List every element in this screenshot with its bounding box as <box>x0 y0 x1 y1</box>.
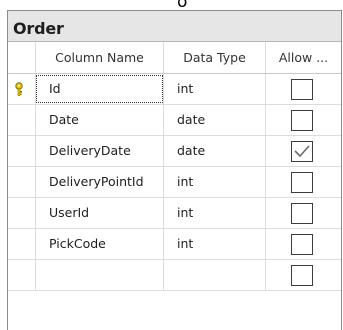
row-selector[interactable] <box>8 229 35 259</box>
row-selector[interactable] <box>8 260 35 290</box>
allow-nulls-cell <box>266 260 341 290</box>
column-name-cell[interactable]: DeliveryPointId <box>35 167 164 197</box>
table-row[interactable]: Id int <box>8 74 341 105</box>
table-title: Order <box>13 19 64 38</box>
data-type-cell[interactable]: int <box>164 198 266 228</box>
row-selector[interactable] <box>8 136 35 166</box>
row-selector[interactable] <box>8 167 35 197</box>
allow-nulls-checkbox[interactable] <box>291 110 313 131</box>
allow-nulls-cell <box>266 136 341 166</box>
column-name-cell[interactable] <box>35 260 164 290</box>
allow-nulls-checkbox[interactable] <box>291 141 313 162</box>
allow-nulls-cell <box>266 167 341 197</box>
row-selector[interactable] <box>8 105 35 135</box>
data-type-cell[interactable]: date <box>164 105 266 135</box>
table-row-new[interactable] <box>8 260 341 291</box>
table-row[interactable]: Date date <box>8 105 341 136</box>
table-row[interactable]: DeliveryPointId int <box>8 167 341 198</box>
table-row[interactable]: PickCode int <box>8 229 341 260</box>
row-selector[interactable] <box>8 198 35 228</box>
allow-nulls-cell <box>266 198 341 228</box>
data-type-cell[interactable]: int <box>164 167 266 197</box>
grid-header-row: Column Name Data Type Allow ... <box>8 42 341 74</box>
column-name-cell[interactable]: PickCode <box>35 229 164 259</box>
table-row[interactable]: DeliveryDate date <box>8 136 341 167</box>
allow-nulls-cell <box>266 74 341 104</box>
column-name-cell[interactable]: DeliveryDate <box>35 136 164 166</box>
header-data-type[interactable]: Data Type <box>164 42 266 73</box>
column-name-cell[interactable]: Date <box>35 105 164 135</box>
check-icon <box>294 145 310 158</box>
column-grid: Column Name Data Type Allow ... Id int D… <box>8 42 341 291</box>
key-icon <box>8 74 35 104</box>
table-title-bar[interactable]: Order <box>8 11 341 42</box>
table-row[interactable]: UserId int <box>8 198 341 229</box>
allow-nulls-checkbox[interactable] <box>291 234 313 255</box>
allow-nulls-checkbox[interactable] <box>291 203 313 224</box>
data-type-cell[interactable]: date <box>164 136 266 166</box>
header-key-cell <box>8 42 35 73</box>
allow-nulls-checkbox[interactable] <box>291 172 313 193</box>
column-name-cell[interactable]: Id <box>35 74 164 104</box>
data-type-cell[interactable] <box>164 260 266 290</box>
allow-nulls-checkbox[interactable] <box>291 79 313 100</box>
data-type-cell[interactable]: int <box>164 229 266 259</box>
column-name-cell[interactable]: UserId <box>35 198 164 228</box>
allow-nulls-checkbox[interactable] <box>291 265 313 286</box>
header-allow-nulls[interactable]: Allow ... <box>266 42 341 73</box>
data-type-cell[interactable]: int <box>164 74 266 104</box>
allow-nulls-cell <box>266 229 341 259</box>
table-designer[interactable]: Order Column Name Data Type Allow ... Id… <box>7 10 342 330</box>
allow-nulls-cell <box>266 105 341 135</box>
header-column-name[interactable]: Column Name <box>35 42 164 73</box>
